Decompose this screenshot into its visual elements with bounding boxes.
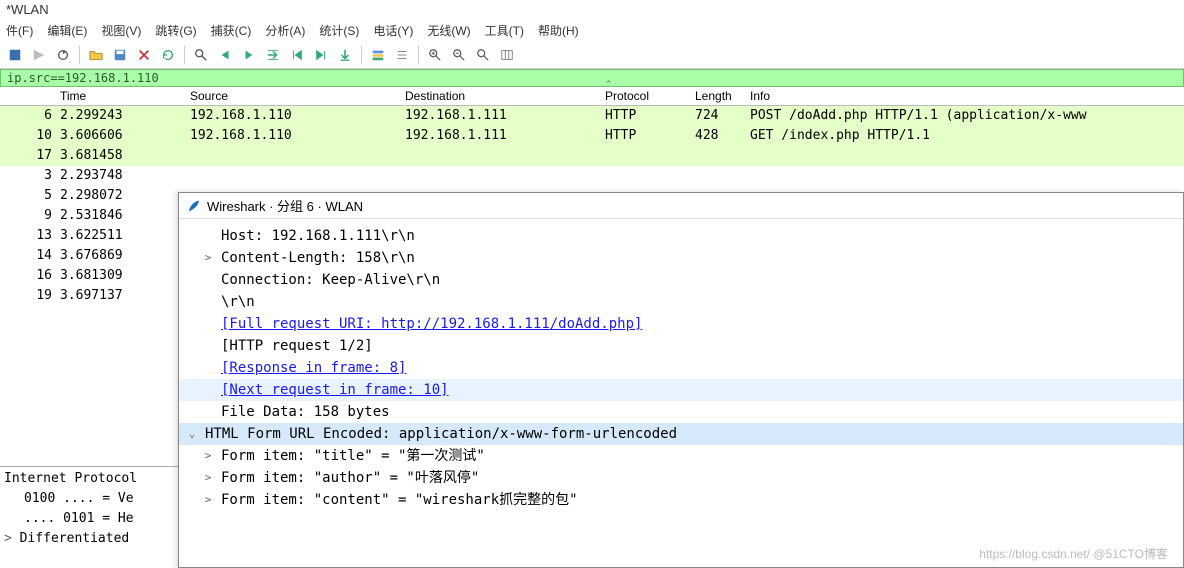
tree-line[interactable]: Internet Protocol	[4, 469, 176, 489]
toolbar-find-icon[interactable]	[190, 44, 212, 66]
window-title: *WLAN	[0, 0, 1184, 19]
menu-tools[interactable]: 工具(T)	[485, 22, 524, 39]
packet-detail-tree[interactable]: Host: 192.168.1.111\r\n >Content-Length:…	[179, 219, 1183, 511]
detail-line-link[interactable]: [Next request in frame: 10]	[179, 379, 1183, 401]
packet-detail-window: Wireshark · 分组 6 · WLAN Host: 192.168.1.…	[178, 192, 1184, 568]
toolbar-zoom100-icon[interactable]	[472, 44, 494, 66]
caret-icon[interactable]: >	[201, 467, 215, 489]
wireshark-fin-icon	[187, 199, 201, 213]
menu-analyze[interactable]: 分析(A)	[265, 22, 305, 39]
menu-capture[interactable]: 捕获(C)	[211, 22, 252, 39]
toolbar-fin-icon[interactable]	[28, 44, 50, 66]
toolbar-open-icon[interactable]	[85, 44, 107, 66]
toolbar-autoscroll-icon[interactable]	[334, 44, 356, 66]
display-filter-input[interactable]: ip.src==192.168.1.110	[0, 69, 1184, 87]
col-info[interactable]: Info	[750, 89, 1184, 103]
tree-line[interactable]: .... 0101 = He	[4, 509, 176, 529]
menu-file[interactable]: 件(F)	[6, 22, 33, 39]
detail-line[interactable]: >Form item: "content" = "wireshark抓完整的包"	[179, 489, 1183, 511]
detail-line-link[interactable]: [Full request URI: http://192.168.1.111/…	[179, 313, 1183, 335]
detail-line-link[interactable]: [Response in frame: 8]	[179, 357, 1183, 379]
toolbar-zoomin-icon[interactable]	[424, 44, 446, 66]
detail-line-expanded[interactable]: ⌄HTML Form URL Encoded: application/x-ww…	[179, 423, 1183, 445]
menu-stats[interactable]: 统计(S)	[319, 22, 359, 39]
toolbar-columns-icon[interactable]	[391, 44, 413, 66]
caret-icon[interactable]: >	[201, 445, 215, 467]
col-source[interactable]: Source	[190, 89, 405, 103]
menu-bar: 件(F) 编辑(E) 视图(V) 跳转(G) 捕获(C) 分析(A) 统计(S)…	[0, 19, 1184, 42]
caret-icon[interactable]: >	[201, 489, 215, 511]
toolbar-close-icon[interactable]	[133, 44, 155, 66]
sort-caret-icon: ⌃	[605, 79, 613, 90]
toolbar-prev-icon[interactable]	[214, 44, 236, 66]
toolbar-first-icon[interactable]	[286, 44, 308, 66]
toolbar-colorize-icon[interactable]	[367, 44, 389, 66]
toolbar-save-icon[interactable]	[109, 44, 131, 66]
popup-title-text: Wireshark · 分组 6 · WLAN	[207, 196, 363, 215]
caret-icon[interactable]: >	[201, 247, 215, 269]
detail-line[interactable]: Connection: Keep-Alive\r\n	[179, 269, 1183, 291]
packet-row[interactable]: 62.299243192.168.1.110192.168.1.111HTTP7…	[0, 106, 1184, 126]
separator	[418, 46, 419, 64]
toolbar-restart-icon[interactable]	[52, 44, 74, 66]
menu-help[interactable]: 帮助(H)	[538, 22, 579, 39]
packet-list-headers: Time Source Destination ⌃ Protocol Lengt…	[0, 87, 1184, 106]
tree-line[interactable]: > Differentiated	[4, 529, 176, 549]
toolbar-reload-icon[interactable]	[157, 44, 179, 66]
separator	[184, 46, 185, 64]
separator	[79, 46, 80, 64]
toolbar-zoomout-icon[interactable]	[448, 44, 470, 66]
menu-telephony[interactable]: 电话(Y)	[373, 22, 413, 39]
caret-down-icon[interactable]: ⌄	[185, 423, 199, 445]
packet-tree-left[interactable]: Internet Protocol 0100 .... = Ve .... 01…	[0, 466, 180, 551]
menu-view[interactable]: 视图(V)	[101, 22, 141, 39]
detail-line[interactable]: \r\n	[179, 291, 1183, 313]
separator	[361, 46, 362, 64]
tree-line[interactable]: 0100 .... = Ve	[4, 489, 176, 509]
col-destination[interactable]: Destination	[405, 89, 605, 103]
col-time[interactable]: Time	[60, 89, 190, 103]
toolbar-last-icon[interactable]	[310, 44, 332, 66]
menu-wireless[interactable]: 无线(W)	[427, 22, 470, 39]
packet-row[interactable]: 173.681458	[0, 146, 1184, 166]
menu-goto[interactable]: 跳转(G)	[155, 22, 196, 39]
toolbar-next-icon[interactable]	[238, 44, 260, 66]
toolbar-start-icon[interactable]	[4, 44, 26, 66]
toolbar-resize-icon[interactable]	[496, 44, 518, 66]
detail-line[interactable]: >Form item: "title" = "第一次测试"	[179, 445, 1183, 467]
packet-row[interactable]: 103.606606192.168.1.110192.168.1.111HTTP…	[0, 126, 1184, 146]
col-no[interactable]	[0, 89, 60, 103]
menu-edit[interactable]: 编辑(E)	[47, 22, 87, 39]
detail-line[interactable]: File Data: 158 bytes	[179, 401, 1183, 423]
col-protocol[interactable]: ⌃ Protocol	[605, 89, 695, 103]
packet-row[interactable]: 32.293748	[0, 166, 1184, 186]
detail-line[interactable]: Host: 192.168.1.111\r\n	[179, 225, 1183, 247]
toolbar-jump-icon[interactable]	[262, 44, 284, 66]
toolbar	[0, 42, 1184, 69]
col-length[interactable]: Length	[695, 89, 750, 103]
detail-line[interactable]: >Form item: "author" = "叶落风停"	[179, 467, 1183, 489]
detail-line[interactable]: [HTTP request 1/2]	[179, 335, 1183, 357]
popup-titlebar[interactable]: Wireshark · 分组 6 · WLAN	[179, 193, 1183, 219]
detail-line[interactable]: >Content-Length: 158\r\n	[179, 247, 1183, 269]
